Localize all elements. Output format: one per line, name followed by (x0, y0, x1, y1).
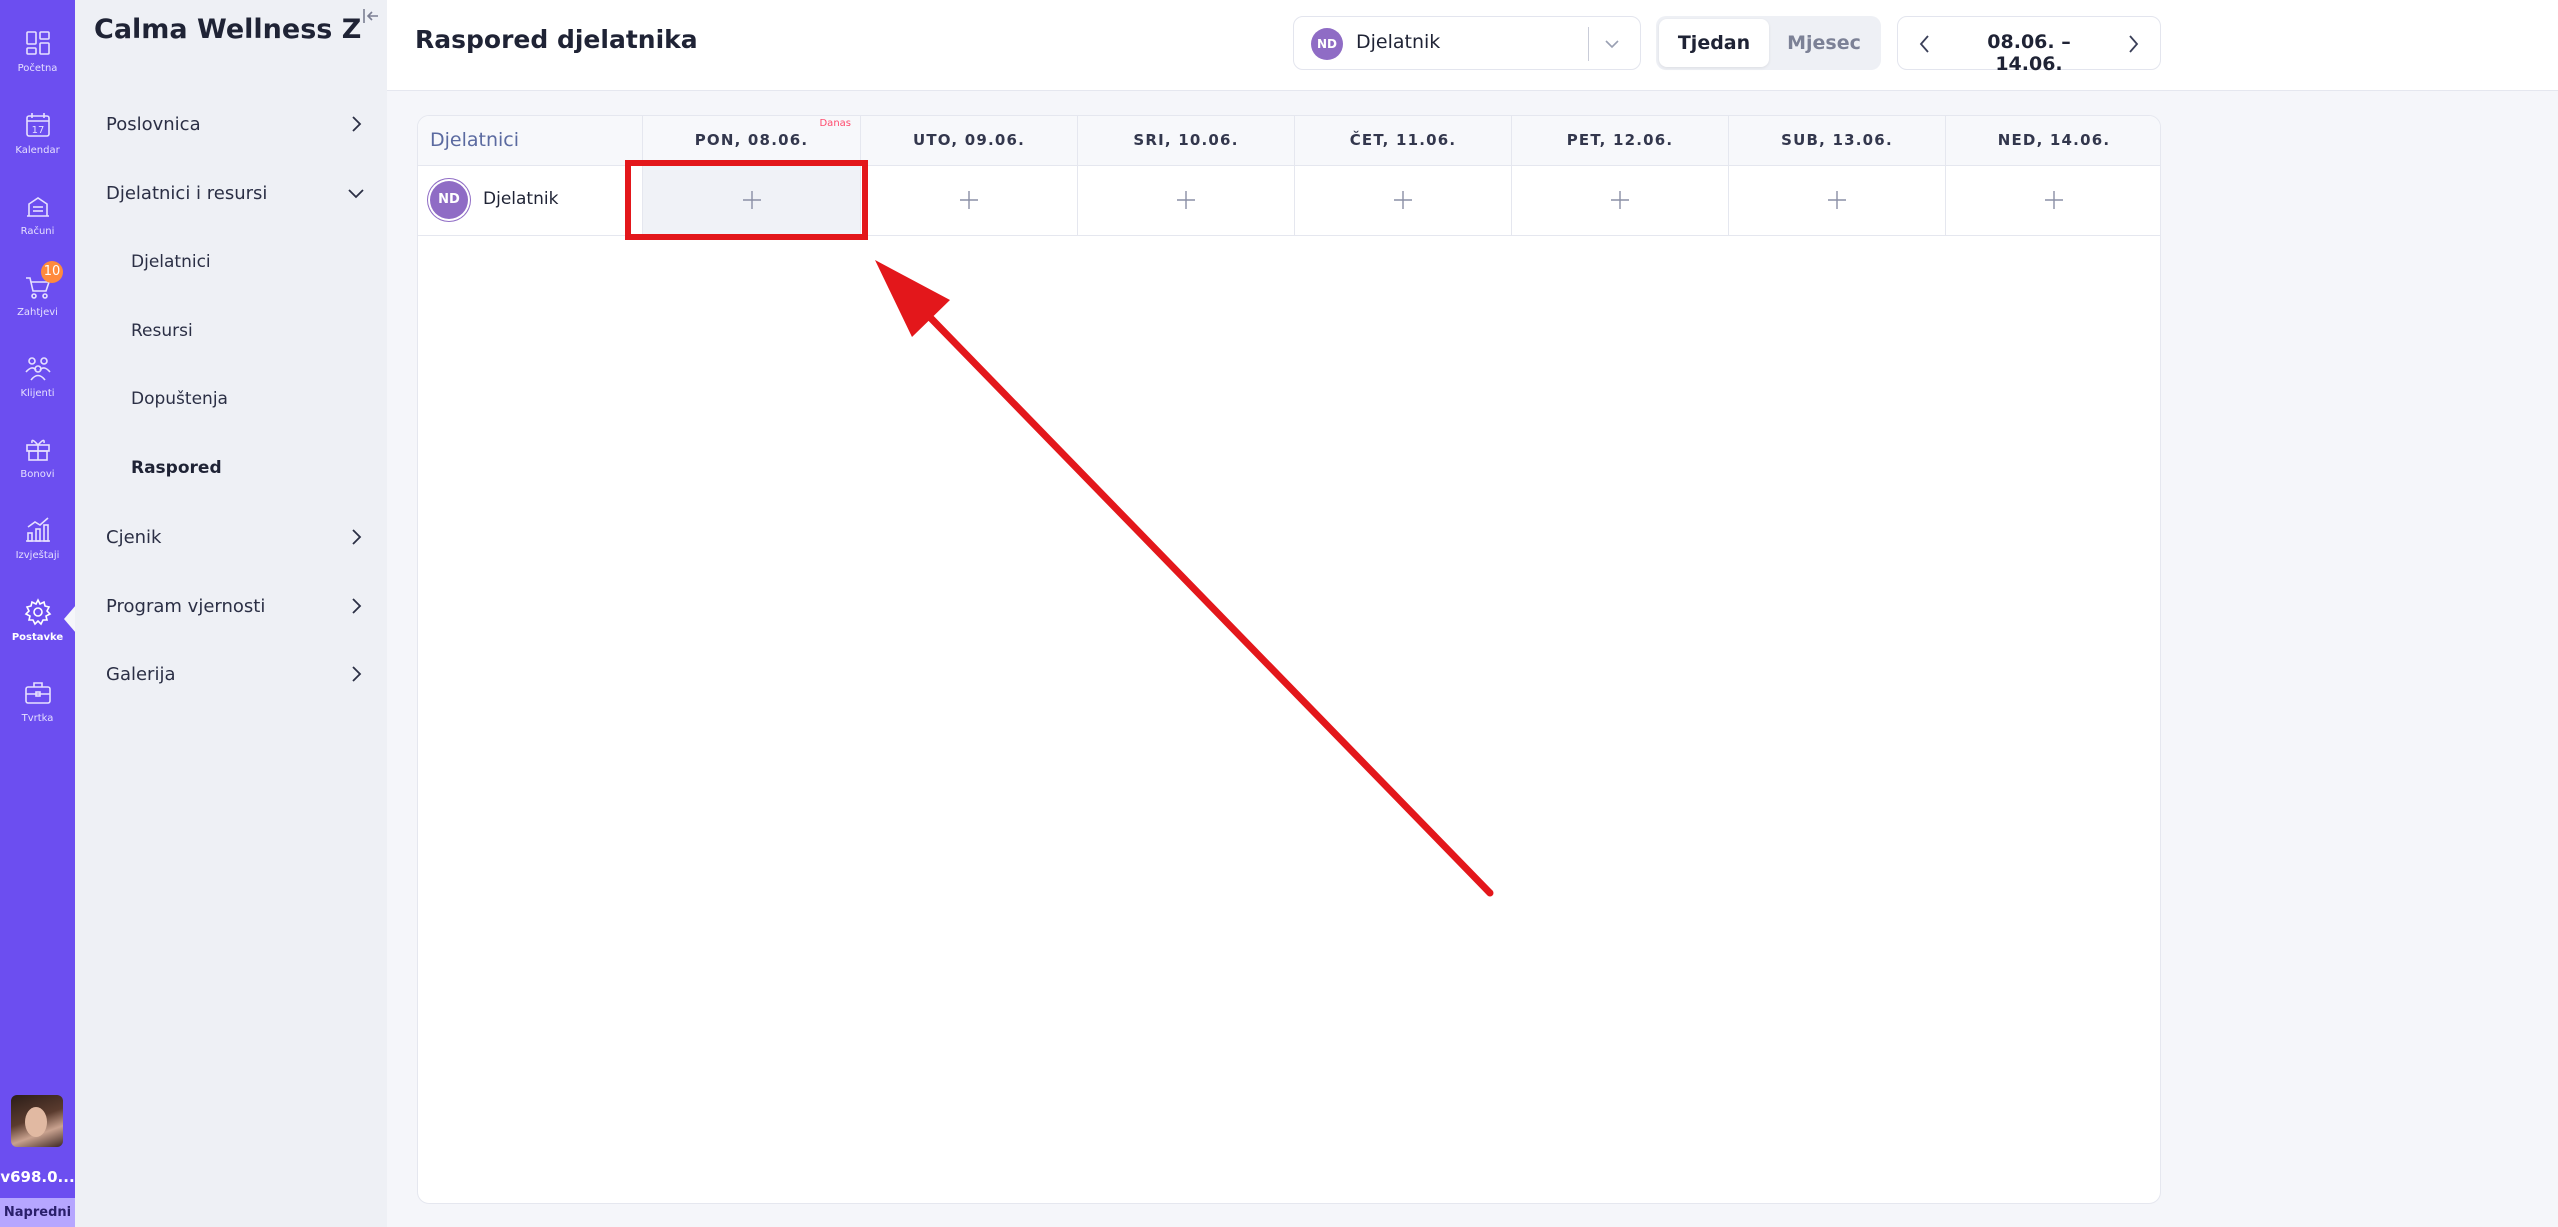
plus-icon (960, 191, 978, 209)
nav-label: Poslovnica (106, 113, 201, 135)
day-header: PET, 12.06. (1511, 116, 1728, 165)
plus-icon (1177, 191, 1195, 209)
rail-label: Klijenti (20, 387, 55, 399)
settings-sidebar: Calma Wellness Z... Poslovnica Djelatnic… (75, 0, 387, 1227)
chevron-right-icon (345, 595, 367, 617)
date-range-navigator: 08.06. – 14.06. (1897, 16, 2161, 75)
rail-item-bonovi[interactable]: Bonovi (0, 416, 75, 496)
month-view-button[interactable]: Mjesec (1774, 19, 1874, 67)
select-divider (1588, 27, 1589, 61)
day-label: PON, 08.06. (694, 131, 809, 149)
nav-label: Program vjernosti (106, 595, 266, 617)
chevron-right-icon (345, 113, 367, 135)
employee-avatar: ND (430, 181, 468, 219)
rail-item-postavke[interactable]: Postavke (0, 579, 76, 659)
page-title: Raspored djelatnika (415, 25, 698, 54)
calendar-icon: 17 (25, 112, 50, 137)
subnav-raspored[interactable]: Raspored (131, 448, 371, 488)
rail-label: Izvještaji (15, 549, 60, 561)
add-shift-cell[interactable] (1945, 165, 2160, 235)
plus-icon (1394, 191, 1412, 209)
plus-icon (1828, 191, 1846, 209)
rail-label: Računi (20, 225, 55, 237)
rail-label: Bonovi (20, 468, 55, 480)
day-header: UTO, 09.06. (860, 116, 1077, 165)
clients-icon (24, 356, 51, 381)
chevron-left-icon (1919, 35, 1929, 53)
subnav-resursi[interactable]: Resursi (131, 311, 371, 351)
nav-program-vjernosti[interactable]: Program vjernosti (106, 586, 376, 626)
nav-label: Galerija (106, 663, 176, 685)
company-name: Calma Wellness Z... (94, 14, 364, 45)
collapse-sidebar-icon[interactable] (359, 4, 383, 28)
plus-icon (2045, 191, 2063, 209)
annotation-highlight-box (625, 160, 868, 240)
app-version: v698.0... (0, 1168, 75, 1186)
avatar-face (25, 1107, 47, 1137)
add-shift-cell[interactable] (1728, 165, 1945, 235)
table-header: Djelatnici PON, 08.06. Danas UTO, 09.06.… (418, 116, 2160, 166)
gear-icon (24, 597, 51, 625)
plan-badge: Napredni (0, 1198, 75, 1227)
nav-cjenik[interactable]: Cjenik (106, 517, 376, 557)
rail-item-izvjestaji[interactable]: Izvještaji (0, 497, 75, 577)
page-header: Raspored djelatnika ND Djelatnik Tjedan … (387, 0, 2558, 91)
requests-count-badge: 10 (41, 261, 63, 283)
briefcase-icon (24, 681, 51, 704)
add-shift-cell[interactable] (1294, 165, 1511, 235)
subnav-dopustenja[interactable]: Dopuštenja (131, 379, 371, 419)
chevron-right-icon (2129, 35, 2139, 53)
chevron-down-icon[interactable] (1601, 33, 1623, 55)
rail-label: Zahtjevi (17, 306, 58, 318)
rail-label: Tvrtka (21, 712, 54, 724)
reports-icon (25, 516, 50, 542)
subnav-djelatnici[interactable]: Djelatnici (131, 242, 371, 282)
employee-name: Djelatnik (483, 189, 559, 209)
gift-icon (25, 439, 50, 461)
nav-galerija[interactable]: Galerija (106, 654, 376, 694)
day-header: NED, 14.06. (1945, 116, 2160, 165)
svg-text:17: 17 (31, 125, 44, 136)
chevron-down-icon (345, 182, 367, 204)
today-tag: Danas (819, 118, 851, 129)
employee-avatar: ND (1311, 28, 1343, 60)
plus-icon (1611, 191, 1629, 209)
view-toggle: Tjedan Mjesec (1656, 16, 1881, 70)
employee-select-value: Djelatnik (1356, 31, 1441, 53)
nav-djelatnici-i-resursi[interactable]: Djelatnici i resursi (106, 173, 376, 213)
rail-item-zahtjevi[interactable]: Zahtjevi 10 (0, 254, 75, 334)
rail-item-klijenti[interactable]: Klijenti (0, 335, 75, 415)
day-header: SRI, 10.06. (1077, 116, 1294, 165)
rail-item-racuni[interactable]: Računi (0, 173, 75, 253)
chevron-right-icon (345, 663, 367, 685)
nav-label: Djelatnici i resursi (106, 182, 268, 204)
receipt-icon (26, 196, 49, 217)
employees-column-header: Djelatnici (430, 129, 520, 151)
day-header: PON, 08.06. Danas (642, 116, 860, 165)
chevron-right-icon (345, 526, 367, 548)
annotation-arrow (875, 260, 1494, 897)
employee-select[interactable]: ND Djelatnik (1293, 16, 1641, 70)
day-header: SUB, 13.06. (1728, 116, 1945, 165)
icon-rail: Početna 17 Kalendar Računi Zahtjevi 10 K… (0, 0, 76, 1227)
add-shift-cell[interactable] (1077, 165, 1294, 235)
rail-label: Postavke (11, 631, 64, 643)
rail-item-kalendar[interactable]: 17 Kalendar (0, 92, 75, 172)
date-range-label: 08.06. – 14.06. (1987, 31, 2071, 75)
dashboard-icon (25, 30, 50, 55)
week-view-button[interactable]: Tjedan (1659, 19, 1769, 67)
rail-label: Kalendar (15, 144, 60, 156)
rail-label: Početna (17, 62, 58, 74)
next-week-button[interactable] (2120, 31, 2146, 57)
day-header: ČET, 11.06. (1294, 116, 1511, 165)
nav-poslovnica[interactable]: Poslovnica (106, 104, 376, 144)
add-shift-cell[interactable] (1511, 165, 1728, 235)
previous-week-button[interactable] (1912, 31, 1938, 57)
rail-item-tvrtka[interactable]: Tvrtka (0, 660, 75, 740)
nav-label: Cjenik (106, 526, 162, 548)
rail-item-pocetna[interactable]: Početna (0, 10, 75, 90)
user-avatar[interactable] (11, 1095, 63, 1147)
add-shift-cell[interactable] (860, 165, 1077, 235)
